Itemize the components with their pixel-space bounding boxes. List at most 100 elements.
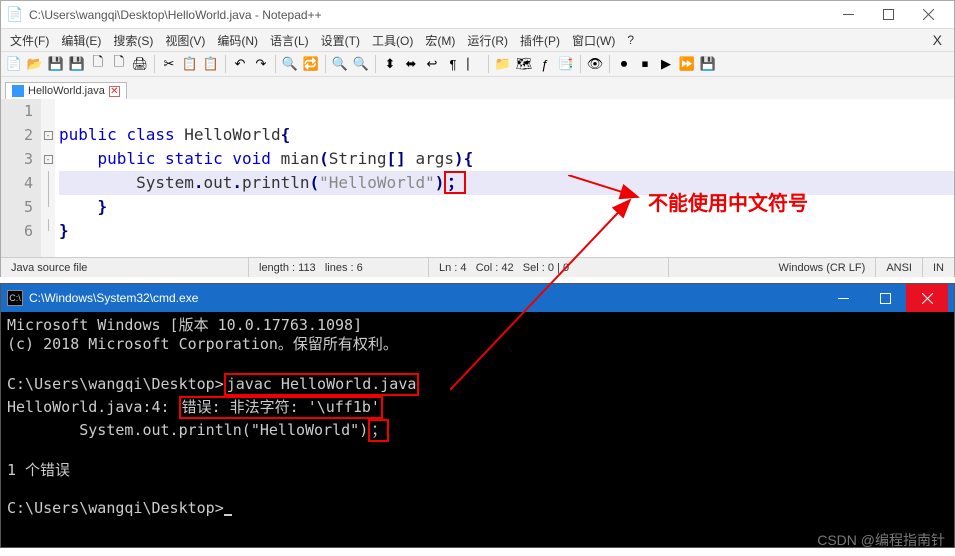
play-icon[interactable]: ▶ [657, 55, 675, 73]
paste-icon[interactable]: 📋 [202, 55, 220, 73]
cmd-title: C:\Windows\System32\cmd.exe [29, 291, 822, 305]
npp-titlebar[interactable]: 📄 C:\Users\wangqi\Desktop\HelloWorld.jav… [1, 1, 954, 29]
separator [325, 55, 326, 73]
status-position: Ln : 4 Col : 42 Sel : 0 | 0 [429, 258, 669, 277]
notepad-plus-plus-window: 📄 C:\Users\wangqi\Desktop\HelloWorld.jav… [0, 0, 955, 277]
record-icon[interactable]: ⏺ [615, 55, 633, 73]
toolbar: 📄 📂 💾 💾 🗋 🗋 🖨 ✂ 📋 📋 ↶ ↷ 🔍 🔁 🔍 🔍 ⬍ ⬌ ↩ ¶ … [1, 51, 954, 77]
line-5[interactable]: } [59, 195, 954, 219]
print-icon[interactable]: 🖨 [131, 55, 149, 73]
status-length: length : 113 lines : 6 [249, 258, 429, 277]
fold-toggle-icon[interactable]: - [44, 131, 53, 140]
close-all-icon[interactable]: 🗋 [110, 55, 128, 73]
minimize-button[interactable] [822, 284, 864, 312]
fast-forward-icon[interactable]: ⏩ [678, 55, 696, 73]
cmd-output[interactable]: Microsoft Windows [版本 10.0.17763.1098] (… [1, 312, 954, 522]
cmd-line: System.out.println("HelloWorld") [7, 421, 368, 439]
open-file-icon[interactable]: 📂 [26, 55, 44, 73]
tab-helloworld[interactable]: HelloWorld.java ✕ [5, 82, 127, 99]
maximize-button[interactable] [868, 1, 908, 29]
find-icon[interactable]: 🔍 [281, 55, 299, 73]
npp-title: C:\Users\wangqi\Desktop\HelloWorld.java … [29, 8, 828, 22]
notepad-icon: 📄 [7, 7, 23, 23]
menu-settings[interactable]: 设置(T) [316, 30, 365, 51]
menu-view[interactable]: 视图(V) [160, 30, 210, 51]
save-macro-icon[interactable]: 💾 [699, 55, 717, 73]
maximize-button[interactable] [864, 284, 906, 312]
menubar: 文件(F) 编辑(E) 搜索(S) 视图(V) 编码(N) 语言(L) 设置(T… [1, 29, 954, 51]
doc-map-icon[interactable]: 🗺 [515, 55, 533, 73]
minimize-button[interactable] [828, 1, 868, 29]
replace-icon[interactable]: 🔁 [302, 55, 320, 73]
line-1[interactable] [59, 99, 954, 123]
cmd-line: Microsoft Windows [版本 10.0.17763.1098] [7, 316, 362, 334]
fold-column: - - [41, 99, 55, 257]
line-4[interactable]: System.out.println("HelloWorld")； [59, 171, 954, 195]
editor[interactable]: 123456 - - public class HelloWorld{ publ… [1, 99, 954, 257]
cmd-line: HelloWorld.java:4: [7, 398, 179, 416]
save-all-icon[interactable]: 💾 [68, 55, 86, 73]
status-encoding: ANSI [876, 258, 923, 277]
copy-icon[interactable]: 📋 [181, 55, 199, 73]
doc-switcher-icon[interactable]: 📑 [557, 55, 575, 73]
func-list-icon[interactable]: ƒ [536, 55, 554, 73]
stop-icon[interactable]: ⏹ [636, 55, 654, 73]
menu-tools[interactable]: 工具(O) [367, 30, 418, 51]
menu-language[interactable]: 语言(L) [265, 30, 314, 51]
sync-v-icon[interactable]: ⬍ [381, 55, 399, 73]
cmd-window-controls [822, 284, 948, 312]
close-button[interactable] [908, 1, 948, 29]
monitor-icon[interactable]: 👁 [586, 55, 604, 73]
wrap-icon[interactable]: ↩ [423, 55, 441, 73]
menu-file[interactable]: 文件(F) [5, 30, 54, 51]
error-highlight: javac HelloWorld.java [224, 373, 420, 396]
menu-search[interactable]: 搜索(S) [108, 30, 158, 51]
close-file-icon[interactable]: 🗋 [89, 55, 107, 73]
cmd-prompt: C:\Users\wangqi\Desktop> [7, 375, 224, 393]
undo-icon[interactable]: ↶ [231, 55, 249, 73]
redo-icon[interactable]: ↷ [252, 55, 270, 73]
window-controls [828, 1, 948, 29]
menu-encoding[interactable]: 编码(N) [212, 30, 263, 51]
menu-edit[interactable]: 编辑(E) [56, 30, 106, 51]
separator [488, 55, 489, 73]
zoom-out-icon[interactable]: 🔍 [352, 55, 370, 73]
code-area[interactable]: public class HelloWorld{ public static v… [55, 99, 954, 257]
zoom-in-icon[interactable]: 🔍 [331, 55, 349, 73]
new-file-icon[interactable]: 📄 [5, 55, 23, 73]
save-icon[interactable]: 💾 [47, 55, 65, 73]
tab-close-icon[interactable]: ✕ [109, 86, 120, 97]
line-6[interactable]: } [59, 219, 954, 243]
file-icon [12, 85, 24, 97]
tab-label: HelloWorld.java [28, 85, 105, 97]
status-insert-mode: IN [923, 258, 954, 277]
fold-toggle-icon[interactable]: - [44, 155, 53, 164]
menubar-close-icon[interactable]: X [925, 30, 950, 50]
cmd-window: C:\ C:\Windows\System32\cmd.exe Microsof… [0, 283, 955, 548]
separator [580, 55, 581, 73]
error-highlight: 错误: 非法字符: '\uff1b' [179, 396, 383, 419]
watermark: CSDN @编程指南针 [817, 530, 945, 550]
menu-help[interactable]: ? [622, 31, 639, 49]
annotation-text: 不能使用中文符号 [648, 187, 808, 216]
close-button[interactable] [906, 284, 948, 312]
menu-window[interactable]: 窗口(W) [567, 30, 620, 51]
cmd-titlebar[interactable]: C:\ C:\Windows\System32\cmd.exe [1, 284, 954, 312]
cursor-icon [224, 514, 232, 516]
menu-plugins[interactable]: 插件(P) [515, 30, 565, 51]
statusbar: Java source file length : 113 lines : 6 … [1, 257, 954, 277]
line-3[interactable]: public static void mian(String[] args){ [59, 147, 954, 171]
menu-macro[interactable]: 宏(M) [420, 30, 460, 51]
menu-run[interactable]: 运行(R) [462, 30, 513, 51]
indent-guide-icon[interactable]: ⎸ [465, 55, 483, 73]
separator [154, 55, 155, 73]
line-number-gutter: 123456 [1, 99, 41, 257]
folder-icon[interactable]: 📁 [494, 55, 512, 73]
status-filetype: Java source file [1, 258, 249, 277]
status-eol: Windows (CR LF) [769, 258, 877, 277]
all-chars-icon[interactable]: ¶ [444, 55, 462, 73]
line-2[interactable]: public class HelloWorld{ [59, 123, 954, 147]
cmd-prompt: C:\Users\wangqi\Desktop> [7, 499, 224, 517]
cut-icon[interactable]: ✂ [160, 55, 178, 73]
sync-h-icon[interactable]: ⬌ [402, 55, 420, 73]
